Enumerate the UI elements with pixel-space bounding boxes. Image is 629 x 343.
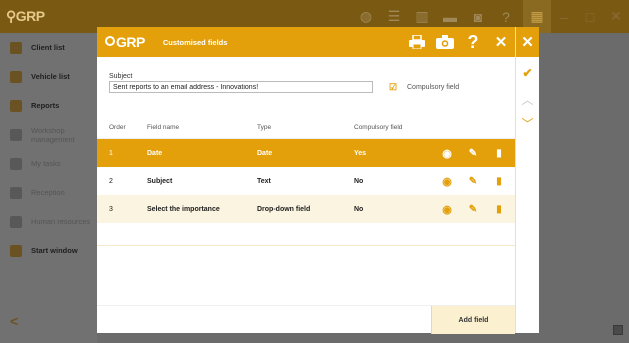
vehicle-icon [10, 70, 22, 83]
search-icon [105, 36, 115, 46]
sidebar-item-label: Client list [31, 43, 65, 52]
sidebar-item-label: Human resources [31, 217, 91, 226]
compulsory-label: Compulsory field [407, 84, 460, 91]
close-dialog-icon[interactable]: ✕ [516, 27, 539, 57]
sidebar-item-label: Vehicle list [31, 72, 70, 81]
sidebar-item-start-window[interactable]: Start window [0, 236, 97, 265]
sidebar-item-label: Reception [31, 188, 65, 197]
client-list-icon [10, 41, 22, 54]
compulsory-checkbox[interactable]: ☑ Compulsory field [389, 83, 459, 92]
pencil-icon[interactable]: ✎ [460, 148, 486, 159]
table-row[interactable]: 2 Subject Text No ◉ ✎ ▮ [97, 167, 515, 195]
table-row[interactable]: 3 Select the importance Drop-down field … [97, 195, 515, 223]
tasks-icon [10, 157, 22, 170]
checkbox-checked-icon[interactable]: ☑ [389, 83, 398, 92]
sidebar-item-client-list[interactable]: Client list [0, 33, 97, 62]
dialog-side-actions: ✕ ✔ ︿ ﹀ [515, 27, 539, 333]
table-row[interactable]: 1 Date Date Yes ◉ ✎ ▮ [97, 139, 515, 167]
home-icon [10, 244, 22, 257]
sidebar-item-label: Reports [31, 101, 60, 110]
human-resources-icon [10, 215, 22, 228]
cell-type: Text [257, 177, 271, 185]
cell-field-name: Select the importance [147, 205, 220, 213]
customised-fields-dialog: GRP Customised fields ? ✕ Subject ☑ Comp… [97, 27, 515, 334]
confirm-check-icon[interactable]: ✔ [516, 61, 539, 85]
sidebar-item-workshop-management[interactable]: Workshop management [0, 120, 97, 149]
footer-spacer [97, 306, 431, 333]
cell-field-name: Date [147, 149, 163, 157]
chevron-up-icon[interactable]: ︿ [516, 85, 539, 113]
cell-field-name: Subject [147, 177, 173, 185]
sidebar-item-reports[interactable]: Reports [0, 91, 97, 120]
table-header: Order Field name Type Compulsory field [97, 117, 515, 139]
close-icon[interactable]: ✕ [487, 27, 515, 57]
eye-icon[interactable]: ◉ [434, 175, 460, 188]
cell-compulsory: Yes [354, 149, 367, 157]
reception-icon [10, 186, 22, 199]
subject-input[interactable] [109, 81, 373, 93]
add-field-button[interactable]: Add field [431, 306, 515, 334]
row-actions: ◉ ✎ ▮ [434, 175, 512, 188]
sidebar-item-reception[interactable]: Reception [0, 178, 97, 207]
sidebar-item-my-tasks[interactable]: My tasks [0, 149, 97, 178]
trash-icon[interactable]: ▮ [486, 204, 512, 215]
eye-icon[interactable]: ◉ [434, 203, 460, 216]
cell-compulsory: No [354, 205, 364, 213]
column-order: Order [109, 124, 126, 131]
dialog-header-actions: ? ✕ [403, 27, 515, 57]
column-field-name: Field name [147, 124, 180, 131]
printer-icon[interactable] [403, 27, 431, 57]
column-type: Type [257, 124, 272, 131]
sidebar-item-vehicle-list[interactable]: Vehicle list [0, 62, 97, 91]
pencil-icon[interactable]: ✎ [460, 204, 486, 215]
cell-type: Drop-down field [257, 205, 311, 213]
dialog-title: Customised fields [162, 37, 228, 47]
dialog-footer: Add field [97, 305, 515, 334]
row-actions: ◉ ✎ ▮ [434, 203, 512, 216]
subject-field: Subject [109, 73, 373, 93]
sidebar-item-label: My tasks [31, 159, 61, 168]
sidebar-item-human-resources[interactable]: Human resources [0, 207, 97, 236]
search-icon: ⚲ [6, 8, 16, 24]
subject-label: Subject [109, 73, 133, 80]
back-arrow-icon[interactable]: < [10, 313, 18, 329]
cell-order: 3 [109, 205, 113, 213]
trash-icon[interactable]: ▮ [486, 148, 512, 159]
minimize-icon[interactable]: – [551, 0, 577, 33]
app-logo: ⚲GRP [6, 8, 45, 24]
cell-order: 1 [109, 149, 113, 157]
maximize-icon[interactable]: □ [577, 0, 603, 33]
sidebar-item-label: Start window [31, 246, 78, 255]
eye-icon[interactable]: ◉ [434, 147, 460, 160]
workshop-icon [10, 128, 22, 141]
cell-type: Date [257, 149, 273, 157]
dialog-header: GRP Customised fields ? ✕ [97, 27, 515, 57]
cell-compulsory: No [354, 177, 364, 185]
help-icon[interactable]: ? [459, 27, 487, 57]
pencil-icon[interactable]: ✎ [460, 176, 486, 187]
column-compulsory: Compulsory field [354, 124, 403, 131]
chevron-down-icon[interactable]: ﹀ [516, 113, 539, 133]
corner-close-icon[interactable] [613, 325, 623, 335]
app-sidebar: Client list Vehicle list Reports Worksho… [0, 33, 97, 343]
reports-icon [10, 99, 22, 112]
row-actions: ◉ ✎ ▮ [434, 147, 512, 160]
close-app-icon[interactable]: ✕ [603, 0, 629, 33]
divider [97, 245, 515, 246]
trash-icon[interactable]: ▮ [486, 176, 512, 187]
fields-table: Order Field name Type Compulsory field 1… [97, 117, 515, 223]
sidebar-item-label: Workshop management [31, 125, 75, 144]
dialog-logo: GRP [105, 34, 145, 50]
camera-icon[interactable] [431, 27, 459, 57]
cell-order: 2 [109, 177, 113, 185]
